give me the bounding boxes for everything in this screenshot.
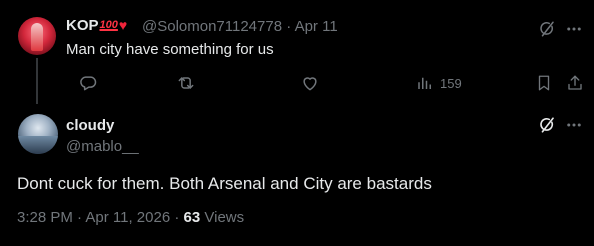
share-button[interactable] — [566, 72, 584, 94]
views-count: 159 — [440, 75, 462, 91]
tweet-action-bar: 159 — [0, 72, 594, 94]
reply-button[interactable] — [78, 72, 98, 94]
tweet-metadata: 3:28 PM · Apr 11, 2026 · 63 Views — [17, 209, 245, 226]
more-icon[interactable] — [563, 19, 585, 39]
grok-icon[interactable] — [537, 115, 557, 135]
more-icon[interactable] — [563, 115, 585, 135]
tweet-time[interactable]: 3:28 PM — [17, 209, 73, 226]
tweet-text: Man city have something for us — [66, 41, 274, 58]
share-icon — [566, 74, 584, 92]
hundred-points-emoji: 100 — [99, 19, 118, 31]
author-display-name[interactable]: KOP100♥ — [66, 17, 127, 34]
views-icon — [416, 74, 434, 92]
author-display-name[interactable]: cloudy — [66, 117, 114, 134]
author-handle[interactable]: @mablo__ — [66, 138, 139, 155]
red-heart-emoji: ♥ — [118, 17, 128, 33]
avatar[interactable] — [18, 114, 58, 154]
retweet-icon — [176, 73, 196, 93]
views-label: Views — [204, 209, 245, 226]
reply-icon — [78, 73, 98, 93]
views-button[interactable]: 159 — [416, 72, 462, 94]
retweet-button[interactable] — [176, 72, 196, 94]
avatar[interactable] — [18, 17, 56, 55]
grok-icon[interactable] — [537, 19, 557, 39]
like-button[interactable] — [300, 72, 320, 94]
author-handle[interactable]: @Solomon71124778 — [142, 18, 282, 35]
tweet-date[interactable]: Apr 11 — [295, 18, 338, 35]
bookmark-icon — [535, 74, 553, 92]
avatar-sea — [18, 136, 58, 154]
tweet-text: Dont cuck for them. Both Arsenal and Cit… — [17, 174, 432, 193]
tweet-date[interactable]: Apr 11, 2026 — [85, 209, 170, 226]
author-handle-and-date: @Solomon71124778 · Apr 11 — [142, 18, 338, 35]
views-count: 63 — [183, 209, 201, 226]
bookmark-button[interactable] — [535, 72, 553, 94]
avatar-figure — [31, 23, 43, 51]
like-icon — [300, 73, 320, 93]
